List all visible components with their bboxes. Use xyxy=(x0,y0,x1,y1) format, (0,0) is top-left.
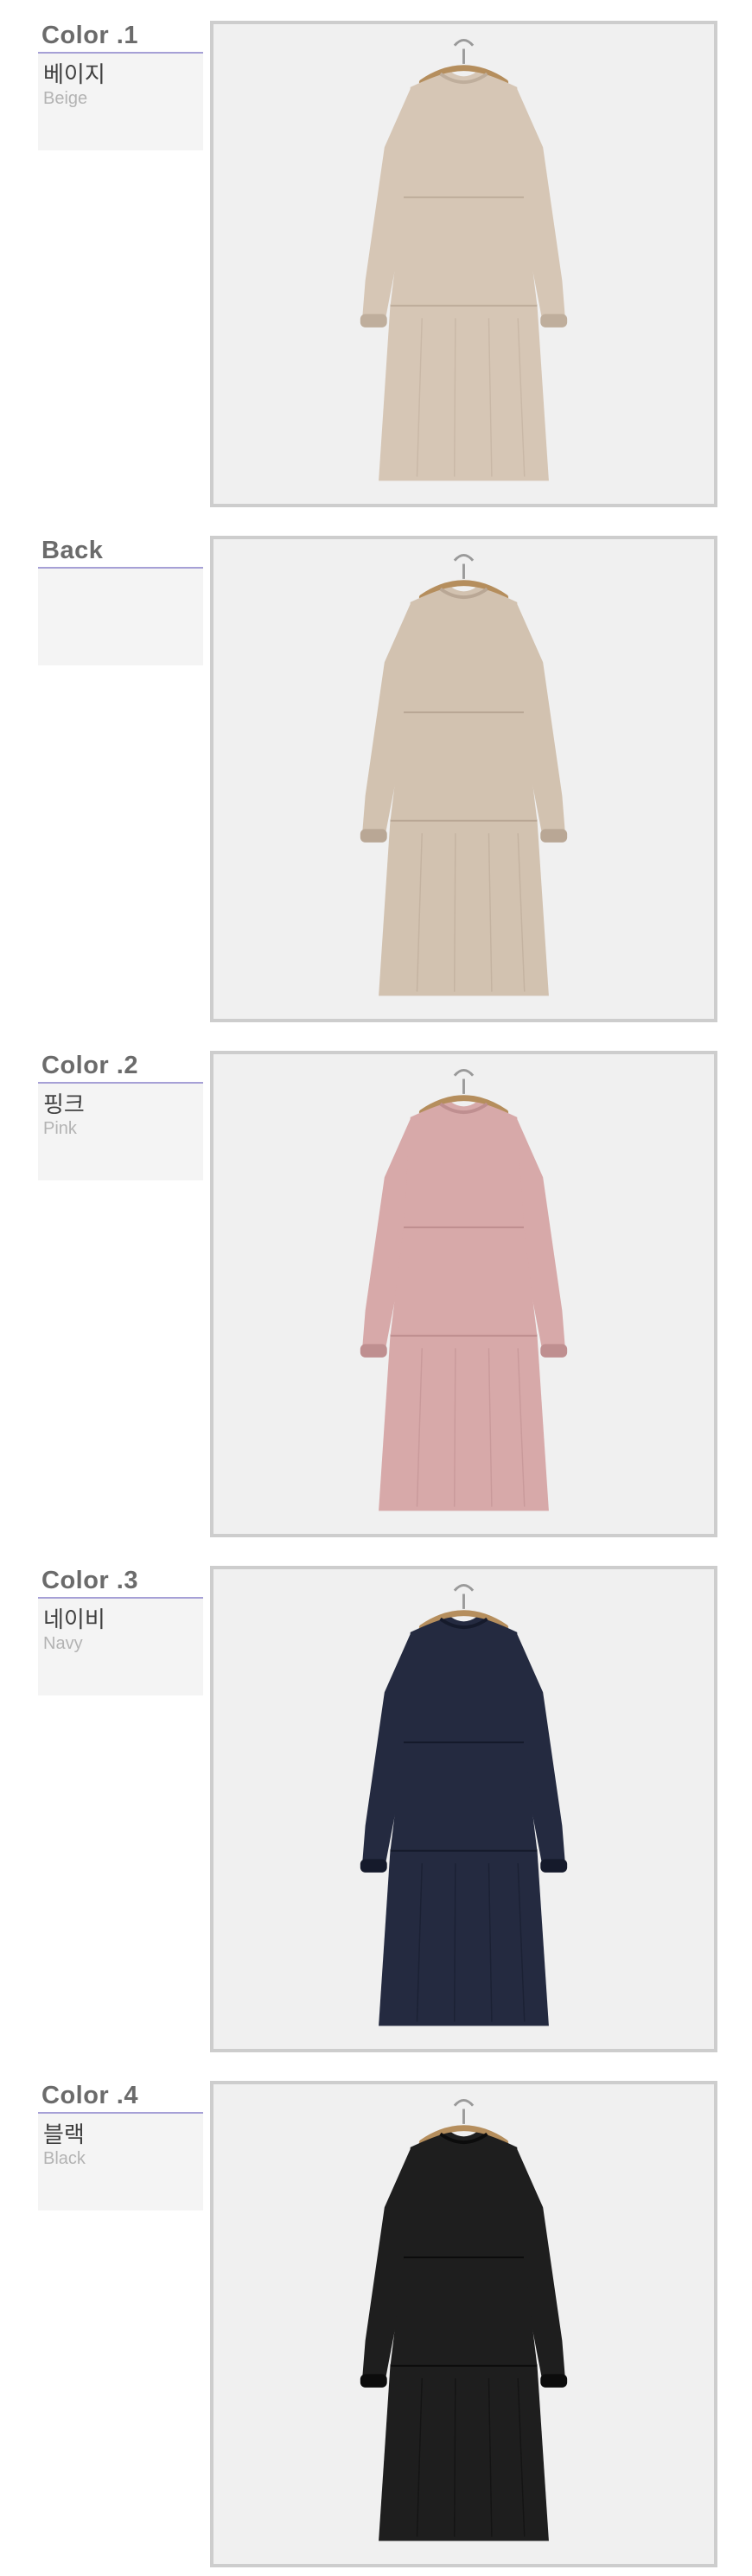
color-name-korean: 베이지 xyxy=(43,62,105,88)
dress-illustration xyxy=(360,2098,568,2541)
color-name-korean: 네이비 xyxy=(43,1607,105,1633)
dress-illustration xyxy=(360,1068,568,1511)
color-section: Color .1 베이지 Beige xyxy=(0,0,752,507)
product-photo xyxy=(210,1566,717,2052)
dress-image xyxy=(360,1102,568,1511)
color-label: Color .1 베이지 Beige xyxy=(38,21,203,150)
product-photo xyxy=(210,21,717,507)
color-title: Color .2 xyxy=(41,1052,138,1079)
hanger-icon xyxy=(418,2098,509,2146)
hanger-icon xyxy=(418,553,509,601)
color-name-korean: 핑크 xyxy=(43,1092,85,1118)
color-title: Color .3 xyxy=(41,1567,138,1594)
hanger-icon xyxy=(418,1068,509,1116)
hanger-icon xyxy=(418,1583,509,1631)
color-label: Back xyxy=(38,536,203,665)
dress-image xyxy=(360,2132,568,2541)
dress-illustration xyxy=(360,38,568,481)
color-title: Color .1 xyxy=(41,22,138,49)
color-section: Color .4 블랙 Black xyxy=(0,2060,752,2567)
product-photo xyxy=(210,2081,717,2567)
dress-image xyxy=(360,1617,568,2026)
color-name-english: Pink xyxy=(43,1119,77,1138)
color-name-panel: 블랙 Black xyxy=(38,2114,203,2210)
color-section: Back xyxy=(0,515,752,1022)
color-section: Color .3 네이비 Navy xyxy=(0,1545,752,2052)
color-name-english: Black xyxy=(43,2149,86,2168)
color-label: Color .4 블랙 Black xyxy=(38,2081,203,2210)
color-name-english: Navy xyxy=(43,1634,83,1653)
color-title: Back xyxy=(41,537,104,564)
hanger-icon xyxy=(418,38,509,86)
color-label: Color .2 핑크 Pink xyxy=(38,1051,203,1180)
color-title: Color .4 xyxy=(41,2082,138,2109)
dress-image xyxy=(360,587,568,996)
color-name-panel xyxy=(38,569,203,665)
color-section: Color .2 핑크 Pink xyxy=(0,1030,752,1537)
dress-illustration xyxy=(360,553,568,996)
dress-image xyxy=(360,72,568,481)
product-photo xyxy=(210,536,717,1022)
color-label: Color .3 네이비 Navy xyxy=(38,1566,203,1695)
product-photo xyxy=(210,1051,717,1537)
dress-illustration xyxy=(360,1583,568,2026)
color-name-panel: 핑크 Pink xyxy=(38,1084,203,1180)
color-name-panel: 베이지 Beige xyxy=(38,54,203,150)
color-name-korean: 블랙 xyxy=(43,2122,85,2148)
color-name-english: Beige xyxy=(43,89,88,108)
color-name-panel: 네이비 Navy xyxy=(38,1599,203,1695)
